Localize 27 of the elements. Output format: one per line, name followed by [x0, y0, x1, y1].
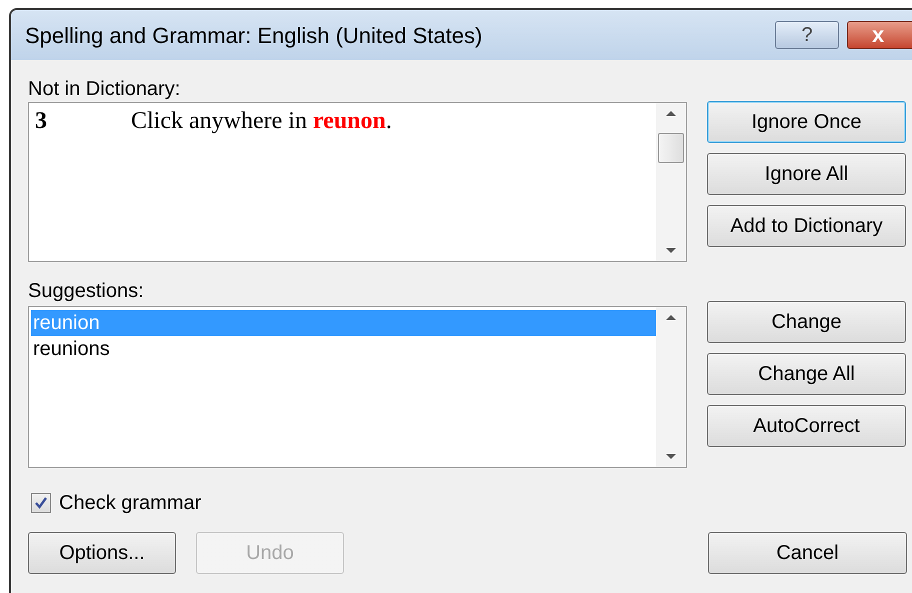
- up-arrow-icon[interactable]: [665, 109, 677, 117]
- down-arrow-icon[interactable]: [665, 453, 677, 461]
- sentence-box[interactable]: 3 Click anywhere in reunon.: [28, 102, 687, 262]
- checkmark-icon: [34, 496, 48, 510]
- line-number: 3: [35, 109, 48, 133]
- window-title: Spelling and Grammar: English (United States): [25, 22, 484, 50]
- sentence-text: Click anywhere in reunon.: [131, 109, 392, 133]
- checkbox-label[interactable]: Check grammar: [59, 488, 202, 518]
- suggestion-item[interactable]: reunions: [31, 336, 656, 362]
- dialog-button[interactable]: Options...: [28, 532, 176, 574]
- scrollbar[interactable]: [656, 307, 686, 467]
- down-arrow-icon[interactable]: [665, 247, 677, 255]
- dialog-button[interactable]: Ignore All: [707, 153, 906, 195]
- suggestions-list[interactable]: reunion reunions: [28, 306, 687, 468]
- field-label: Not in Dictionary:: [28, 77, 182, 102]
- dialog-button[interactable]: Change: [707, 301, 906, 343]
- scrollbar[interactable]: [656, 103, 686, 261]
- dialog-button[interactable]: Add to Dictionary: [707, 205, 906, 247]
- dialog-button[interactable]: AutoCorrect: [707, 405, 906, 447]
- dialog-button[interactable]: Change All: [707, 353, 906, 395]
- field-label: Suggestions:: [28, 279, 145, 302]
- scroll-thumb[interactable]: [658, 133, 684, 163]
- dialog-button[interactable]: Cancel: [708, 532, 907, 574]
- checkbox[interactable]: [31, 493, 51, 513]
- dialog-button[interactable]: Ignore Once: [707, 101, 906, 143]
- help-button[interactable]: ?: [775, 21, 839, 49]
- up-arrow-icon[interactable]: [665, 313, 677, 321]
